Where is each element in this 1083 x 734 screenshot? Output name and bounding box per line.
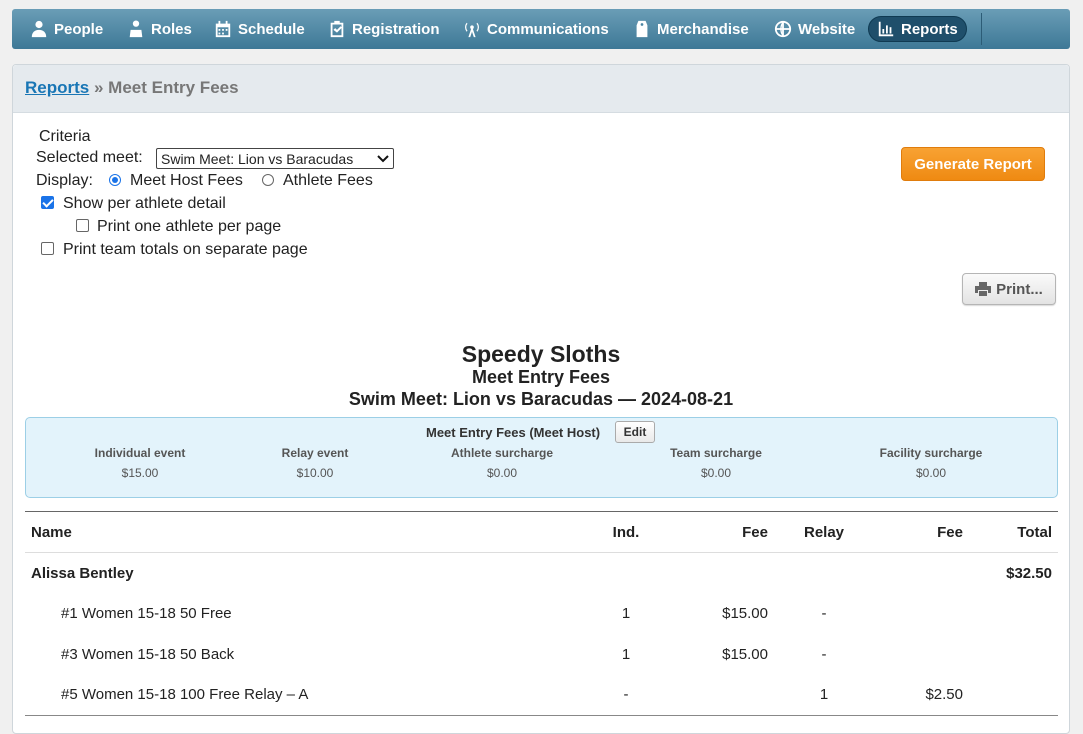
nav-item-label: Website: [798, 20, 856, 38]
nav-item-roles[interactable]: Roles: [127, 16, 192, 42]
ind-fee: $15.00: [722, 605, 768, 622]
table-top-rule: [25, 511, 1058, 512]
col-header-name: Name: [31, 524, 72, 541]
ind-count: 1: [621, 605, 631, 622]
nav-item-label: Communications: [487, 20, 609, 38]
fee-label: Facility surcharge: [879, 446, 983, 460]
fee-value: $0.00: [915, 466, 947, 480]
broadcast-icon: [465, 22, 479, 38]
fee-summary-title: Meet Entry Fees (Meet Host): [426, 425, 601, 440]
athlete-name: Alissa Bentley: [31, 565, 134, 582]
meet-select-value: Swim Meet: Lion vs Baracudas: [161, 150, 354, 167]
nav-item-communications[interactable]: Communications: [463, 16, 609, 42]
print-button[interactable]: Print...: [962, 273, 1056, 305]
relay-count: -: [821, 605, 827, 622]
fee-value: $15.00: [121, 466, 159, 480]
fee-label: Athlete surcharge: [450, 446, 554, 460]
radio-athlete-fees[interactable]: [262, 174, 274, 186]
bar-chart-icon: [878, 21, 894, 37]
fee-item-relay: Relay event $10.00: [282, 446, 349, 480]
generate-report-button[interactable]: Generate Report: [901, 147, 1045, 181]
calendar-icon: [215, 20, 231, 38]
col-header-total: Total: [1017, 524, 1052, 541]
globe-icon: [774, 20, 792, 38]
nav-item-label: Merchandise: [657, 20, 749, 38]
ind-count: -: [623, 686, 629, 703]
nav-item-merchandise[interactable]: Merchandise: [633, 16, 749, 42]
relay-fee: $2.50: [925, 686, 963, 703]
display-label: Display:: [36, 172, 93, 189]
criteria-heading: Criteria: [39, 128, 91, 145]
nav-item-label: Schedule: [238, 20, 305, 38]
chevron-down-icon: [377, 154, 389, 162]
event-name: #5 Women 15-18 100 Free Relay – A: [61, 686, 309, 703]
fee-item-facility-surcharge: Facility surcharge $0.00: [880, 446, 983, 480]
edit-fees-button[interactable]: Edit: [615, 421, 655, 443]
report-title: Meet Entry Fees: [471, 367, 611, 387]
panel-header: Reports » Meet Entry Fees: [13, 65, 1069, 113]
top-nav: People Roles Schedule Registration Commu…: [12, 9, 1070, 49]
fee-summary-box: Meet Entry Fees (Meet Host) Edit Individ…: [25, 417, 1058, 498]
checkbox-team-totals-label: Print team totals on separate page: [63, 241, 308, 258]
meet-select[interactable]: Swim Meet: Lion vs Baracudas: [156, 148, 394, 169]
nav-item-people[interactable]: People: [30, 16, 103, 42]
col-header-relay-fee: Fee: [937, 524, 963, 541]
printer-icon: [975, 282, 992, 296]
clipboard-check-icon: [330, 20, 344, 38]
report-meet: Swim Meet: Lion vs Baracudas — 2024-08-2…: [348, 389, 734, 409]
checkbox-show-per-athlete[interactable]: [41, 196, 54, 209]
radio-meet-host-fees-label: Meet Host Fees: [130, 172, 243, 189]
relay-count: -: [821, 646, 827, 663]
event-name: #3 Women 15-18 50 Back: [61, 646, 235, 663]
table-header-rule: [25, 552, 1058, 553]
event-name: #1 Women 15-18 50 Free: [61, 605, 232, 622]
nav-item-reports[interactable]: Reports: [868, 16, 967, 42]
people-icon: [31, 20, 47, 38]
radio-meet-host-fees[interactable]: [109, 174, 121, 186]
ind-count: 1: [621, 646, 631, 663]
col-header-relay: Relay: [803, 524, 845, 541]
breadcrumb-current: Meet Entry Fees: [108, 78, 239, 97]
report-team-name: Speedy Sloths: [461, 341, 621, 367]
radio-athlete-fees-label: Athlete Fees: [283, 172, 373, 189]
checkbox-one-athlete-per-page-label: Print one athlete per page: [97, 218, 282, 235]
breadcrumb-separator: »: [93, 78, 104, 97]
table-bottom-rule: [25, 715, 1058, 716]
nav-divider: [981, 13, 982, 45]
breadcrumb: Reports » Meet Entry Fees: [25, 78, 239, 98]
relay-count: 1: [819, 686, 829, 703]
roles-icon: [129, 20, 143, 38]
nav-item-label: Registration: [352, 20, 440, 38]
ind-fee: $15.00: [722, 646, 768, 663]
fee-value: $10.00: [296, 466, 334, 480]
nav-item-label: Reports: [901, 20, 958, 38]
nav-item-website[interactable]: Website: [774, 16, 855, 42]
checkbox-show-per-athlete-label: Show per athlete detail: [63, 195, 226, 212]
checkbox-one-athlete-per-page[interactable]: [76, 219, 89, 232]
fee-label: Individual event: [94, 446, 186, 460]
selected-meet-label: Selected meet:: [36, 149, 143, 166]
fee-value: $0.00: [700, 466, 732, 480]
fee-label: Team surcharge: [670, 446, 762, 460]
breadcrumb-reports-link[interactable]: Reports: [25, 78, 89, 97]
price-tag-icon: [636, 20, 648, 38]
fee-label: Relay event: [281, 446, 349, 460]
report-panel: Reports » Meet Entry Fees Criteria Selec…: [12, 64, 1070, 734]
nav-item-registration[interactable]: Registration: [328, 16, 440, 42]
col-header-fee: Fee: [742, 524, 768, 541]
checkbox-team-totals[interactable]: [41, 242, 54, 255]
nav-item-label: Roles: [151, 20, 192, 38]
print-button-label: Print...: [996, 280, 1043, 298]
fee-item-team-surcharge: Team surcharge $0.00: [670, 446, 762, 480]
fee-item-individual: Individual event $15.00: [95, 446, 186, 480]
col-header-ind: Ind.: [612, 524, 640, 541]
nav-item-label: People: [54, 20, 104, 38]
fee-value: $0.00: [486, 466, 518, 480]
fee-item-athlete-surcharge: Athlete surcharge $0.00: [451, 446, 553, 480]
athlete-total: $32.50: [1006, 565, 1052, 582]
nav-item-schedule[interactable]: Schedule: [214, 16, 305, 42]
